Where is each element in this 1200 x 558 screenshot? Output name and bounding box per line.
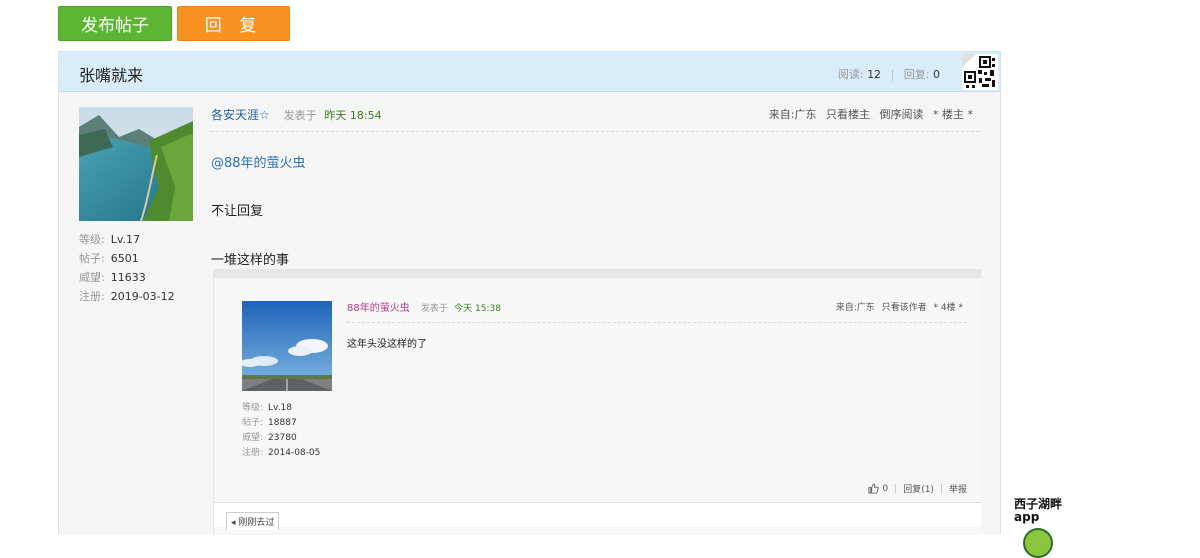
qr-code-icon[interactable] bbox=[962, 54, 998, 90]
post-author-link[interactable]: 各安天涯☆ bbox=[211, 108, 270, 122]
quoted-author-avatar[interactable] bbox=[242, 301, 332, 391]
quoted-author-registered: 注册: 2014-08-05 bbox=[242, 448, 321, 458]
quoted-post: 等级: Lv.18 帖子: 18887 威望: 23780 注册: 2014-08-05… bbox=[213, 269, 981, 535]
quoted-reply-link[interactable]: 回复(1) bbox=[903, 482, 934, 495]
post-source: 来自:广东 bbox=[768, 108, 817, 121]
only-op-link[interactable]: 只看楼主 bbox=[826, 108, 870, 121]
post-text-line: 不让回复 bbox=[211, 204, 264, 219]
author-avatar[interactable] bbox=[79, 107, 193, 221]
author-reputation: 威望: 11633 bbox=[79, 271, 146, 284]
quoted-author-link[interactable]: 88年的萤火虫 bbox=[347, 303, 410, 314]
thumbs-up-icon[interactable] bbox=[868, 483, 880, 494]
quoted-floor-label: * 4楼 * bbox=[933, 303, 963, 313]
quoted-author-posts: 帖子: 18887 bbox=[242, 418, 297, 428]
quoted-footer: ◂ 刚刚去过 bbox=[214, 503, 981, 530]
quoted-author-level: 等级: Lv.18 bbox=[242, 403, 293, 413]
brand-suffix: app bbox=[1014, 510, 1040, 524]
posted-label: 发表于 bbox=[283, 109, 317, 122]
floor-label: * 楼主 * bbox=[933, 108, 973, 121]
quoted-post-meta: 88年的萤火虫 发表于 今天 15:38 来自:广东 只看该作者 * 4楼 * bbox=[347, 299, 967, 323]
quoted-post-actions: 0 | 回复(1) | 举报 bbox=[868, 482, 967, 495]
thread-panel: 张嘴就来 阅读: 12 | 回复: 0 等级: Lv.17 帖子: 6501 威… bbox=[58, 51, 1001, 535]
quoted-posted-time: 今天 15:38 bbox=[454, 304, 501, 314]
post-tools: 来自:广东 只看楼主 倒序阅读 * 楼主 * bbox=[763, 106, 973, 122]
quoted-post-source: 来自:广东 bbox=[835, 303, 875, 313]
thread-title: 张嘴就来 bbox=[79, 66, 144, 85]
thread-stats: 阅读: 12 | 回复: 0 bbox=[837, 68, 940, 81]
quoted-post-body: 这年头没这样的了 bbox=[347, 339, 427, 350]
post-thread-button[interactable]: 发布帖子 bbox=[58, 6, 172, 41]
read-label: 阅读: bbox=[837, 68, 864, 81]
report-link[interactable]: 举报 bbox=[949, 482, 967, 495]
reply-label: 回复: bbox=[903, 68, 930, 81]
only-author-link[interactable]: 只看该作者 bbox=[882, 303, 927, 313]
brand-logo-icon[interactable] bbox=[1023, 528, 1053, 558]
post-text-line: 一堆这样的事 bbox=[211, 253, 290, 268]
brand-logo[interactable]: 西子湖畔 app bbox=[1014, 498, 1074, 524]
quoted-post-tools: 来自:广东 只看该作者 * 4楼 * bbox=[832, 300, 963, 313]
quoted-posted-label: 发表于 bbox=[420, 304, 448, 314]
reverse-order-link[interactable]: 倒序阅读 bbox=[880, 108, 924, 121]
mention-link[interactable]: @88年的萤火虫 bbox=[211, 152, 306, 171]
thread-header: 张嘴就来 阅读: 12 | 回复: 0 bbox=[59, 52, 1000, 92]
author-registered: 注册: 2019-03-12 bbox=[79, 290, 175, 303]
posted-time: 昨天 18:54 bbox=[324, 109, 382, 122]
reply-count: 0 bbox=[933, 68, 940, 81]
like-count[interactable]: 0 bbox=[882, 484, 888, 494]
read-count: 12 bbox=[867, 68, 882, 81]
post-meta: 各安天涯☆ 发表于 昨天 18:54 来自:广东 只看楼主 倒序阅读 * 楼主 … bbox=[211, 106, 979, 132]
quoted-author-reputation: 威望: 23780 bbox=[242, 433, 297, 443]
reply-button[interactable]: 回 复 bbox=[177, 6, 290, 41]
recently-visited-button[interactable]: ◂ 刚刚去过 bbox=[226, 512, 280, 530]
author-level: 等级: Lv.17 bbox=[79, 233, 140, 246]
author-posts: 帖子: 6501 bbox=[79, 252, 139, 265]
